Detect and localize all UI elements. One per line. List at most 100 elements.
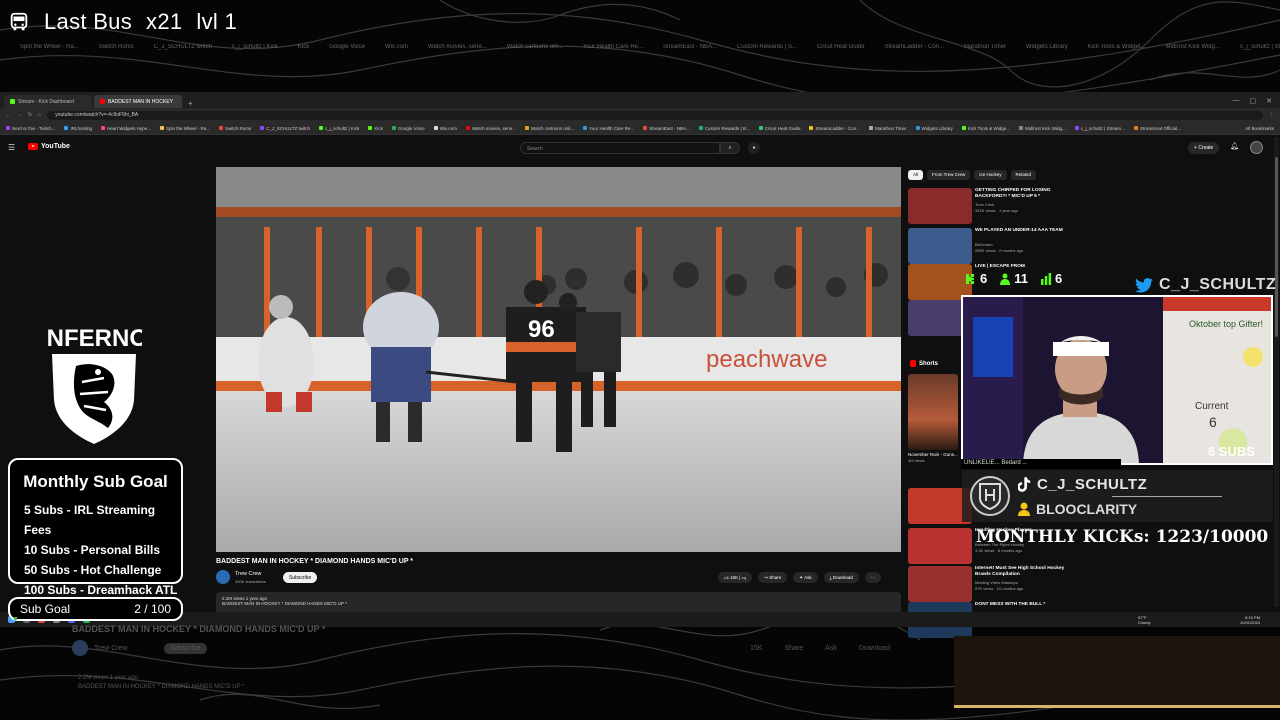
tab-kick-dashboard[interactable]: Stream - Kick Dashboard [4, 95, 92, 108]
video-player[interactable]: peachwave 96 [216, 167, 901, 552]
bookmark-item[interactable]: Cricut Heat Guide [758, 126, 800, 131]
recommended-channel: Trew Crew [975, 202, 995, 207]
description-box[interactable]: 2.2M views 1 year ago BADDEST MAN IN HOC… [216, 592, 901, 614]
bookmark-item[interactable]: Wix.com [433, 126, 457, 131]
hamburger-menu-icon[interactable]: ☰ [8, 143, 15, 152]
like-button[interactable]: 👍︎ 15K | 👎︎ [718, 572, 753, 583]
subscriber-person-icon [1018, 502, 1030, 516]
taskbar-clock[interactable]: 8:19 PM 10/31/2024 [1240, 615, 1260, 625]
bookmark-label: C_J_SCHULTZ twitch [266, 125, 310, 131]
ghost-bookmark: Spin the Wheel - Ra... [20, 44, 79, 50]
more-actions-button[interactable]: ⋯ [864, 572, 882, 583]
forward-icon[interactable]: → [17, 112, 22, 118]
new-tab-icon[interactable]: + [184, 99, 197, 108]
bookmark-item[interactable]: Midlrost Kick Widg... [1018, 126, 1066, 131]
recommended-title[interactable]: WE PLAYED AN UNDER-14 AAA TEAM [975, 228, 1065, 234]
bookmark-item[interactable]: StreamEast - NBA... [643, 126, 690, 131]
bookmark-item[interactable]: Google Voice [391, 126, 425, 131]
bookmark-item[interactable]: StreamLadder - Con... [809, 126, 860, 131]
monthly-kicks-counter: MONTHLY KICKs: 1223/10000 [976, 527, 1269, 547]
page-scrollbar[interactable] [1274, 137, 1279, 607]
bookmark-item[interactable]: Streamroot Official... [1133, 126, 1181, 131]
scrollbar-thumb[interactable] [1275, 157, 1278, 337]
create-button[interactable]: + Create [1188, 142, 1220, 154]
bookmark-item[interactable]: c_j_schultz | Kick [318, 126, 359, 131]
video-thumbnail[interactable] [908, 566, 972, 602]
bookmark-item[interactable]: Kick Tools & Widge... [961, 126, 1010, 131]
notifications-bell-icon[interactable]: 🔔︎ [1230, 142, 1239, 150]
bookmark-item[interactable]: C_J_SCHULTZ twitch [260, 126, 310, 131]
bookmark-favicon-icon [391, 126, 396, 130]
recommended-video[interactable]: WE PLAYED AN UNDER-14 AAA TEAM BizDream 28… [908, 228, 1068, 264]
video-thumbnail[interactable] [908, 228, 972, 264]
short-title[interactable]: November Rain - Guns... 4M views [908, 452, 958, 464]
bookmark-item[interactable]: Your Health Care Re... [583, 126, 634, 131]
video-thumbnail[interactable] [908, 528, 972, 564]
filter-chip[interactable]: From Trew Crew [927, 170, 971, 180]
tiktok-icon [1018, 477, 1031, 492]
extensions-icon[interactable]: ⋮ [1269, 112, 1274, 118]
maximize-icon[interactable]: ▢ [1250, 97, 1257, 105]
bookmark-favicon-icon [698, 126, 703, 130]
bookmark-favicon-icon [219, 126, 223, 130]
bookmark-item[interactable]: Marathon Timer [869, 126, 907, 131]
search-input[interactable]: Search [520, 142, 720, 154]
like-count: 15K [729, 575, 738, 580]
all-bookmarks-button[interactable]: All Bookmarks [1245, 126, 1274, 131]
filter-chip[interactable]: Related [1010, 170, 1037, 180]
youtube-logo[interactable]: YouTube [28, 143, 70, 150]
channel-name[interactable]: Trew Crew [235, 571, 261, 577]
sponsor-board-text: peachwave [706, 346, 827, 373]
bookmark-item[interactable]: c_j_schultz | Stream... [1074, 126, 1125, 131]
ghost-bookmark: StreamEast - NBA... [663, 44, 718, 50]
kick-viewers-stat: 11 [999, 271, 1028, 286]
ghost-bookmark: Kick [297, 44, 310, 50]
ghost-bookmark: Switch Roms [98, 44, 134, 50]
microphone-icon[interactable]: ● [748, 142, 760, 154]
bookmark-label: IRLhosting [70, 125, 92, 131]
reload-icon[interactable]: ↻ [28, 112, 32, 118]
back-icon[interactable]: ← [6, 112, 11, 118]
short-thumbnail[interactable] [908, 374, 958, 450]
recommended-title[interactable]: DONT MESS WITH THE BULL * [975, 602, 1065, 608]
channel-avatar[interactable] [216, 570, 230, 584]
kick-favicon-icon [10, 99, 15, 104]
close-icon[interactable]: ✕ [1266, 97, 1272, 105]
minimize-icon[interactable]: — [1233, 97, 1240, 105]
recommended-video[interactable]: Internet! Must See High School Hockey Br… [908, 566, 1068, 602]
bookmark-item[interactable]: Kick [368, 126, 383, 131]
bookmark-item[interactable]: Heart Widgets Hype... [100, 126, 151, 131]
recommended-title[interactable]: Internet! Must See High School Hockey Br… [975, 566, 1065, 578]
ask-button[interactable]: ✦ Ask [793, 572, 818, 583]
ghost-desc: BADDEST MAN IN HOCKEY * DIAMOND HANDS MI… [78, 684, 245, 690]
ghost-channel-name: Trew Crew [94, 644, 128, 652]
video-thumbnail[interactable] [908, 188, 972, 224]
recommended-title[interactable]: LIVE | ESCAPE FROM [975, 264, 1065, 270]
url-input[interactable]: youtube.com/watch?v=-4c9oF5hi_BA [47, 110, 1263, 120]
search-icon[interactable]: ⌕ [720, 142, 740, 154]
filter-chip[interactable]: All [908, 170, 924, 180]
account-avatar[interactable] [1250, 141, 1263, 154]
bookmark-item[interactable]: Nerd or Die - Twitch... [6, 126, 55, 131]
bookmark-item[interactable]: Switch Roms [219, 126, 251, 131]
share-button[interactable]: ↪ Share [758, 572, 788, 583]
bookmark-item[interactable]: Widgets Library [915, 126, 953, 131]
bookmark-item[interactable]: Spin the Wheel - Ra... [159, 126, 210, 131]
recommended-video[interactable]: GETTING CHIRPED FOR LOSING BACKFORD?! * … [908, 188, 1068, 224]
home-icon[interactable]: ⌂ [38, 112, 41, 118]
bookmark-label: StreamEast - NBA... [649, 125, 690, 131]
bookmark-item[interactable]: Watch cartoons onli... [525, 126, 574, 131]
bus-label: Last Bus [44, 9, 133, 34]
bookmark-item[interactable]: Custom Rewards | B... [698, 126, 750, 131]
filter-chip[interactable]: Ice Hockey [974, 170, 1007, 180]
weather-widget[interactable]: 57°F Cloudy [1138, 615, 1150, 625]
tab-youtube-video[interactable]: BADDEST MAN IN HOCKEY [94, 95, 182, 108]
bookmark-item[interactable]: Watch movies, serie... [465, 126, 516, 131]
download-button[interactable]: ⤓ Download [823, 572, 859, 583]
bookmark-item[interactable]: IRLhosting [64, 126, 92, 131]
recommended-title[interactable]: GETTING CHIRPED FOR LOSING BACKFORD?! * … [975, 188, 1065, 200]
whiteboard-current: Current [1195, 401, 1229, 412]
subscribe-button[interactable]: Subscribe [283, 572, 318, 583]
tiktok-name: C_J_SCHULTZ [1037, 476, 1148, 493]
sub-goal-value: 2 / 100 [134, 602, 171, 616]
